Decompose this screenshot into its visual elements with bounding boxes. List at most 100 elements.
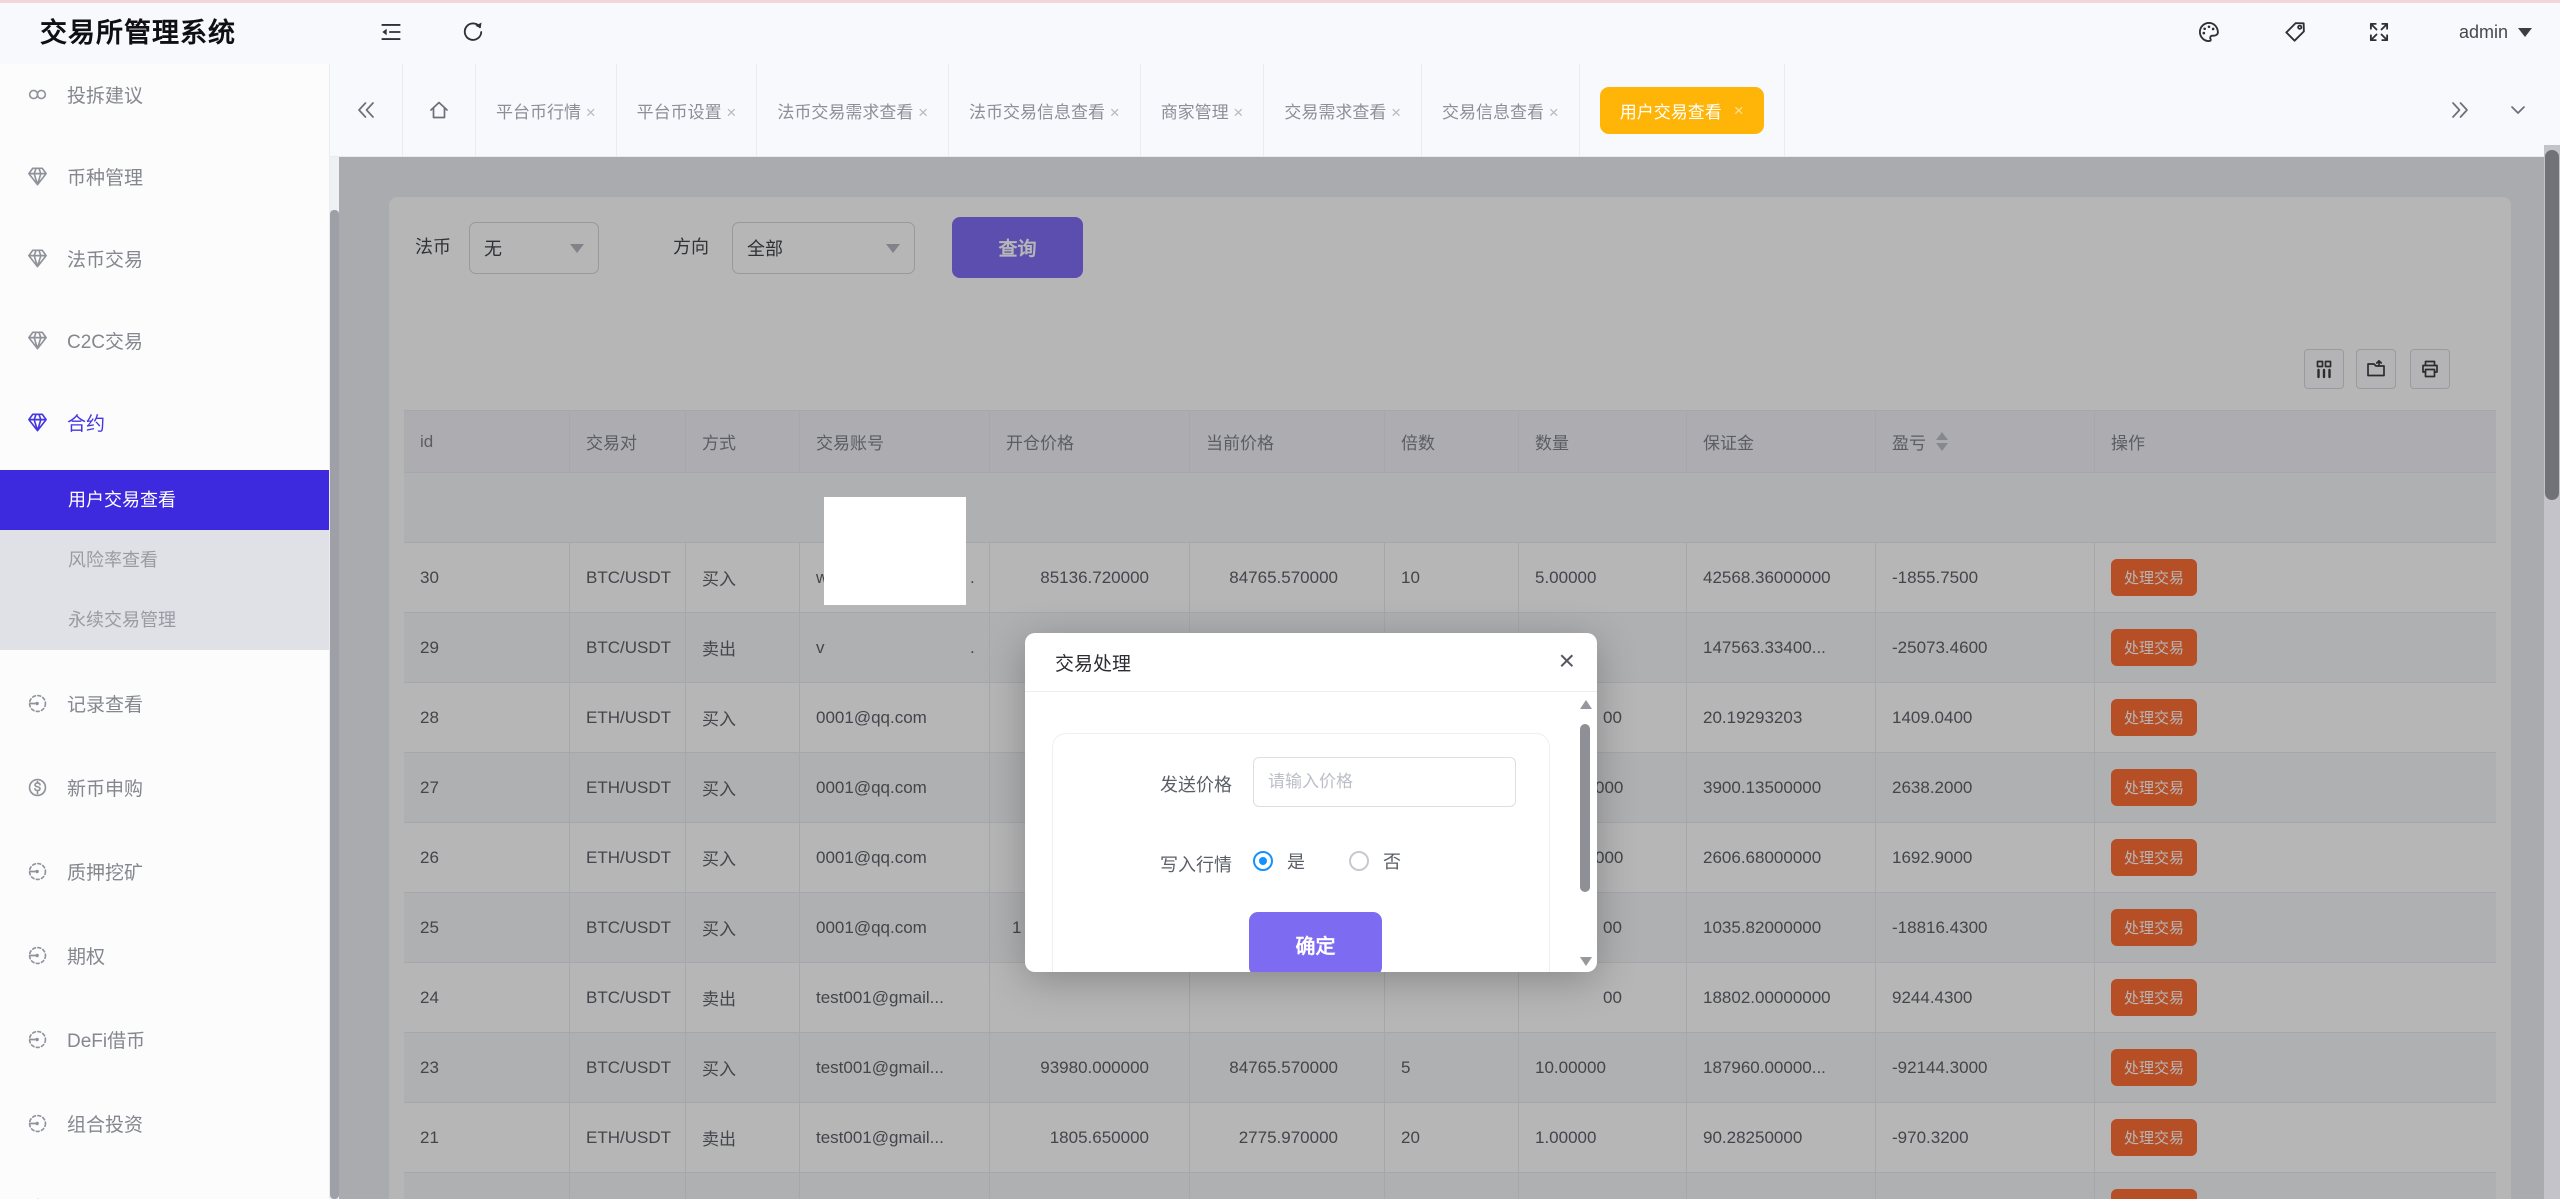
sidebar-item-label: 期权 xyxy=(67,942,105,969)
market-write-radio-group: 是 否 xyxy=(1253,839,1401,883)
tab-close-icon[interactable]: × xyxy=(586,103,596,122)
tab-label: 交易需求查看 xyxy=(1284,103,1386,122)
tabs-list: 平台币行情 × 平台币设置 × 法币交易需求查看 × 法币 xyxy=(476,64,1785,156)
tab-pill: 用户交易查看 × xyxy=(1600,87,1764,134)
tabs-right-controls xyxy=(2418,64,2560,156)
menu-icon xyxy=(26,1028,49,1051)
tab-close-icon[interactable]: × xyxy=(918,103,928,122)
radio-yes[interactable]: 是 xyxy=(1253,848,1305,874)
tab-pill: 平台币行情 × xyxy=(496,98,596,123)
sidebar-subitem-label: 用户交易查看 xyxy=(68,490,176,510)
menu-icon xyxy=(26,247,49,270)
tab-pill: 商家管理 × xyxy=(1161,98,1244,123)
confirm-button[interactable]: 确定 xyxy=(1249,912,1382,972)
tab[interactable]: 用户交易查看 × xyxy=(1580,64,1785,156)
tab-label: 平台币行情 xyxy=(496,103,581,122)
chevrons-left-icon xyxy=(354,98,378,122)
menu-icon xyxy=(26,860,49,883)
gem-icon xyxy=(26,411,49,434)
dialog-scrollbar xyxy=(1579,697,1591,969)
scroll-down-arrow-icon[interactable] xyxy=(1580,957,1592,966)
menu-icon xyxy=(26,776,49,799)
sidebar-item[interactable]: 记录查看 xyxy=(0,678,330,728)
tabs-menu-chevron-down-icon[interactable] xyxy=(2506,98,2530,122)
dialog-title: 交易处理 xyxy=(1055,649,1131,676)
tabs-scroll-left-button[interactable] xyxy=(330,64,403,156)
radio-no-circle-icon[interactable] xyxy=(1349,851,1369,871)
tab-pill: 交易需求查看 × xyxy=(1284,98,1401,123)
tab-label: 交易信息查看 xyxy=(1442,103,1544,122)
sidebar-subitem[interactable]: 用户交易查看 xyxy=(0,470,330,530)
tab-close-icon[interactable]: × xyxy=(1734,102,1744,119)
username: admin xyxy=(2459,22,2508,43)
sidebar-item[interactable]: 法币交易 xyxy=(0,233,330,283)
user-menu[interactable]: admin xyxy=(2459,0,2532,64)
tab-close-icon[interactable]: × xyxy=(1110,103,1120,122)
sidebar-item-label: DeFi借币 xyxy=(67,1026,145,1053)
menu-icon xyxy=(26,165,49,188)
sidebar-item-label: 组合投资 xyxy=(67,1110,143,1137)
sidebar-item[interactable]: 组合投资 xyxy=(0,1098,330,1148)
sidebar-item[interactable] xyxy=(0,1182,330,1199)
tab-close-icon[interactable]: × xyxy=(726,103,736,122)
sidebar-scrollbar-thumb[interactable] xyxy=(330,210,339,1199)
menu-icon xyxy=(26,692,49,715)
menu-icon xyxy=(26,944,49,967)
sidebar-item[interactable]: 币种管理 xyxy=(0,151,330,201)
price-label: 发送价格 xyxy=(1118,771,1232,797)
sidebar-item[interactable]: 期权 xyxy=(0,930,330,980)
home-icon xyxy=(427,98,451,122)
tab-close-icon[interactable]: × xyxy=(1549,103,1559,122)
scroll-up-arrow-icon[interactable] xyxy=(1580,700,1592,709)
sidebar-item-label: 新币申购 xyxy=(67,774,143,801)
fullscreen-icon[interactable] xyxy=(2366,19,2392,45)
price-input[interactable] xyxy=(1253,757,1516,807)
top-progress-strip xyxy=(0,0,2560,3)
user-caret-down-icon xyxy=(2518,28,2532,37)
tab-close-icon[interactable]: × xyxy=(1391,103,1401,122)
tab-pill: 交易信息查看 × xyxy=(1442,98,1559,123)
market-write-label: 写入行情 xyxy=(1118,851,1232,877)
tab-label: 平台币设置 xyxy=(637,103,722,122)
sidebar-item-contract[interactable]: 合约 xyxy=(0,397,330,447)
sidebar-subitem-label: 风险率查看 xyxy=(68,550,158,570)
sidebar-subitem[interactable]: 风险率查看 xyxy=(0,530,330,590)
sidebar-subitem[interactable]: 永续交易管理 xyxy=(0,590,330,650)
tab[interactable]: 平台币行情 × xyxy=(476,64,617,156)
home-tab-button[interactable] xyxy=(403,64,476,156)
sidebar-bottom-list: 记录查看 新币申购 质押挖矿 期权 DeFi借币 xyxy=(0,678,330,1199)
sidebar-item[interactable]: 新币申购 xyxy=(0,762,330,812)
menu-icon xyxy=(26,329,49,352)
tab[interactable]: 法币交易信息查看 × xyxy=(949,64,1141,156)
tab[interactable]: 交易信息查看 × xyxy=(1422,64,1580,156)
sidebar-item[interactable]: C2C交易 xyxy=(0,315,330,365)
tab[interactable]: 法币交易需求查看 × xyxy=(757,64,949,156)
sidebar-item[interactable]: 质押挖矿 xyxy=(0,846,330,896)
page-scrollbar xyxy=(2544,145,2560,1199)
radio-no[interactable]: 否 xyxy=(1349,848,1401,874)
theme-palette-icon[interactable] xyxy=(2196,19,2222,45)
radio-yes-circle-icon[interactable] xyxy=(1253,851,1273,871)
sidebar-item[interactable]: 投拆建议 xyxy=(0,69,330,119)
sidebar-item-label: 币种管理 xyxy=(67,163,143,190)
app-title: 交易所管理系统 xyxy=(40,0,236,64)
page-scrollbar-thumb[interactable] xyxy=(2545,150,2559,500)
tabs-scroll-right-icon[interactable] xyxy=(2448,98,2472,122)
topbar: 交易所管理系统 admin xyxy=(0,0,2560,64)
sidebar-item[interactable]: DeFi借币 xyxy=(0,1014,330,1064)
sidebar-item-label: 记录查看 xyxy=(67,690,143,717)
tab[interactable]: 交易需求查看 × xyxy=(1264,64,1422,156)
menu-icon xyxy=(26,1196,49,1199)
tab-label: 用户交易查看 xyxy=(1620,98,1722,123)
radio-yes-label: 是 xyxy=(1287,848,1305,874)
refresh-icon[interactable] xyxy=(460,19,486,45)
tab-close-icon[interactable]: × xyxy=(1233,103,1243,122)
tab[interactable]: 商家管理 × xyxy=(1141,64,1265,156)
sidebar-fold-icon[interactable] xyxy=(378,19,404,45)
dialog-scrollbar-thumb[interactable] xyxy=(1580,724,1590,892)
menu-icon xyxy=(26,83,49,106)
tag-icon[interactable] xyxy=(2282,19,2308,45)
tab[interactable]: 平台币设置 × xyxy=(617,64,758,156)
sidebar-item-label: 合约 xyxy=(67,409,105,436)
dialog-close-icon[interactable]: × xyxy=(1559,647,1575,675)
